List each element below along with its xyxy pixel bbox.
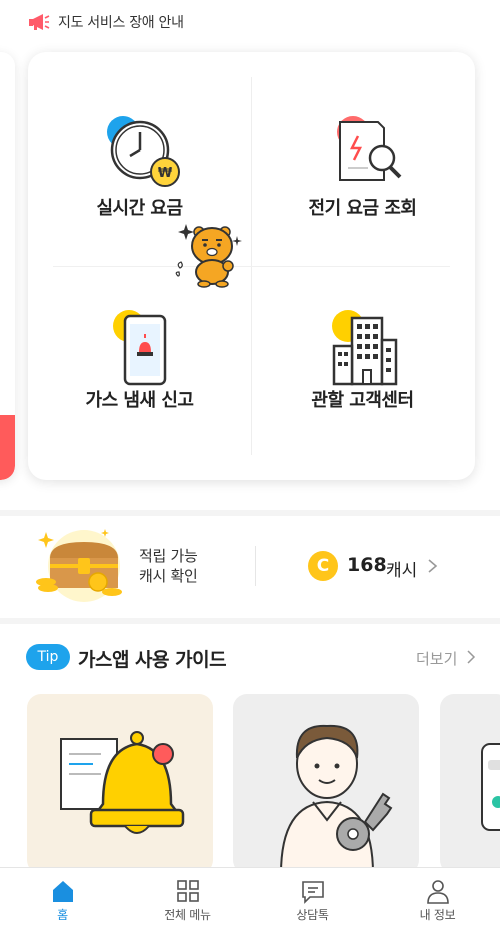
tab-my-info[interactable]: 내 정보	[375, 868, 500, 925]
grid-icon	[176, 880, 199, 902]
cash-unit: 캐시	[386, 561, 418, 581]
svg-text:₩: ₩	[157, 166, 172, 181]
building-icon	[331, 310, 397, 386]
notice-bar[interactable]: 지도 서비스 장애 안내	[0, 0, 500, 44]
clock-won-icon: ₩	[106, 116, 180, 187]
chevron-right-icon	[428, 559, 438, 573]
person-icon	[426, 880, 449, 904]
tab-home-label: 홈	[57, 908, 68, 922]
phone-illustration	[481, 743, 500, 831]
previous-card-peek[interactable]	[0, 52, 15, 480]
treasure-chest-icon	[36, 529, 122, 602]
bell-illustration	[60, 731, 185, 834]
guide-header: Tip 가스앱 사용 가이드 더보기	[0, 640, 500, 676]
person-key-illustration	[279, 724, 393, 874]
home-icon	[52, 881, 73, 902]
realtime-fee-label: 실시간 요금	[96, 198, 183, 219]
electric-fee-button[interactable]: 전기 요금 조회	[251, 52, 474, 266]
guide-card-notification[interactable]	[27, 694, 213, 874]
bill-search-icon	[336, 116, 401, 181]
megaphone-icon	[29, 14, 50, 30]
guide-card-next[interactable]	[440, 694, 500, 874]
phone-siren-icon	[112, 310, 166, 386]
tip-badge: Tip	[26, 644, 70, 670]
service-center-button[interactable]: 관할 고객센터	[251, 266, 474, 480]
notice-text: 지도 서비스 장애 안내	[58, 15, 184, 31]
tab-chat-label: 상담톡	[296, 908, 329, 922]
cash-description: 적립 가능 캐시 확인	[139, 546, 198, 586]
chat-icon	[301, 881, 324, 904]
tab-home[interactable]: 홈	[0, 868, 125, 925]
tab-chat[interactable]: 상담톡	[250, 868, 375, 925]
mascot-character	[175, 224, 242, 288]
tab-my-info-label: 내 정보	[419, 908, 456, 922]
guide-title: 가스앱 사용 가이드	[78, 649, 227, 671]
tab-all-menu-label: 전체 메뉴	[164, 908, 211, 922]
gas-leak-report-button[interactable]: 가스 냄새 신고	[28, 266, 251, 480]
service-center-label: 관할 고객센터	[311, 390, 414, 411]
cash-desc-line2: 캐시 확인	[139, 567, 198, 585]
bottom-tab-bar: 홈 전체 메뉴 상담톡 내 정보	[0, 867, 500, 925]
electric-fee-label: 전기 요금 조회	[308, 198, 417, 219]
tab-all-menu[interactable]: 전체 메뉴	[125, 868, 250, 925]
cash-coin-icon: C	[308, 551, 338, 581]
more-link[interactable]: 더보기	[416, 648, 457, 669]
chevron-right-icon[interactable]	[466, 650, 476, 664]
cash-amount: 168	[347, 554, 387, 576]
gas-leak-label: 가스 냄새 신고	[85, 390, 194, 411]
service-card: ₩ 실시간 요금 전기 요금 조회 가스 냄새 신고 관할 고객센터	[28, 52, 475, 480]
cash-section[interactable]: 적립 가능 캐시 확인 C 168 캐시	[0, 516, 500, 618]
cash-desc-line1: 적립 가능	[139, 547, 198, 565]
guide-card-account[interactable]	[233, 694, 419, 874]
